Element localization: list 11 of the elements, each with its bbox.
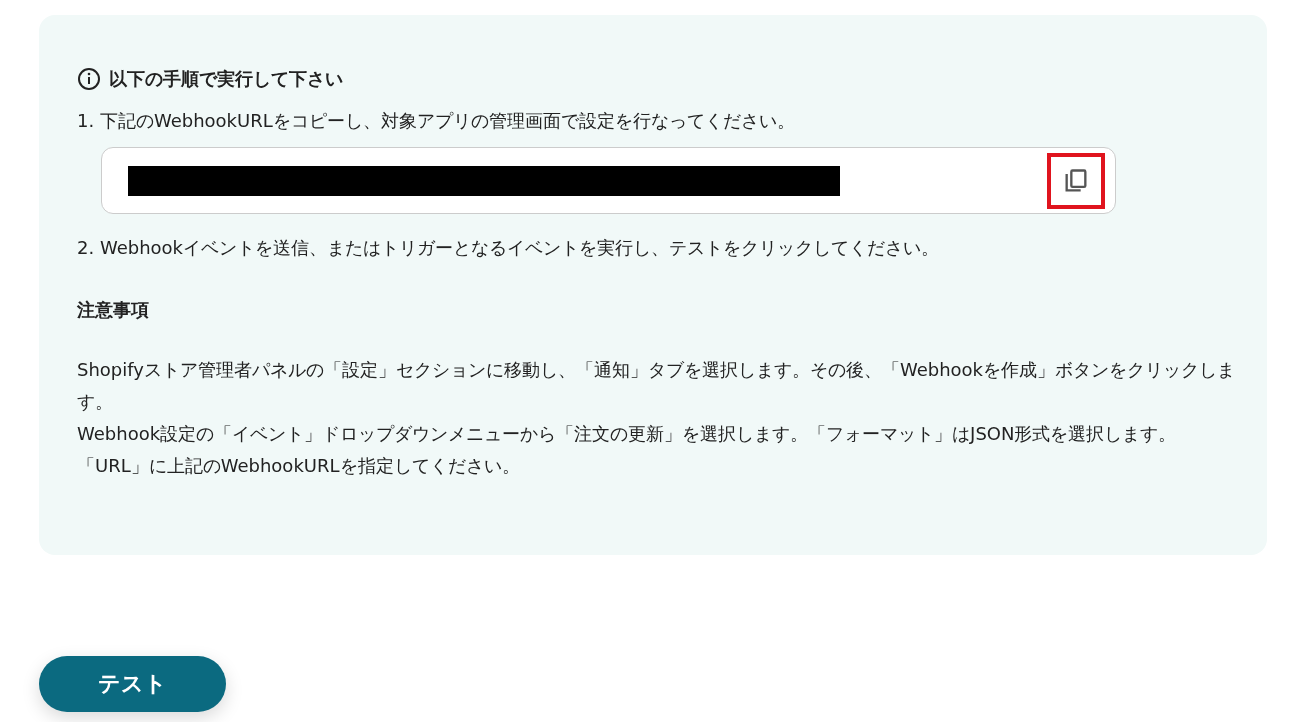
note-text: Webhook設定の「イベント」ドロップダウンメニューから「注文の更新」を選択します。「フォーマット」はJSON形式を選択します。: [77, 422, 1178, 446]
note-text: Shopifyストア管理者パネルの「設定」セクションに移動し、「通知」タブを選択します。その後、「Webhookを作成」ボタンをクリックします。: [77, 358, 1237, 414]
step-text: 1. 下記のWebhookURLをコピーし、対象アプリの管理画面で設定を行なってください。: [77, 109, 796, 133]
step-text: 2. Webhookイベントを送信、またはトリガーとなるイベントを実行し、テストをクリックしてください。: [77, 236, 940, 260]
note-text: 「URL」に上記のWebhookURLを指定してください。: [77, 454, 521, 478]
info-icon: [77, 67, 101, 91]
url-field[interactable]: [101, 147, 1116, 214]
notes-heading: 注意事項: [77, 298, 150, 322]
instructions-title: 以下の手順で実行して下さい: [109, 67, 343, 91]
test-button[interactable]: テスト: [39, 656, 226, 712]
copy-button[interactable]: [1047, 152, 1105, 209]
